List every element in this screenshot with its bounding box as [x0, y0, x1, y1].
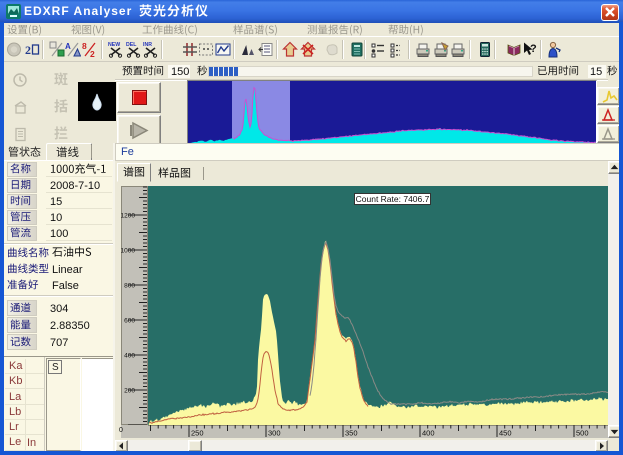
svg-text:?: ? [530, 43, 537, 55]
svg-text:400: 400 [124, 353, 135, 360]
svg-text:800: 800 [124, 283, 135, 290]
svg-text:2: 2 [25, 43, 31, 57]
svg-text:A: A [65, 42, 71, 51]
svg-text:500: 500 [576, 429, 589, 438]
svg-text:350: 350 [345, 429, 358, 438]
svg-text:DEL: DEL [126, 42, 137, 48]
svg-text:1000: 1000 [121, 248, 135, 255]
svg-text:2: 2 [90, 49, 95, 58]
svg-text:450: 450 [499, 429, 512, 438]
svg-text:300: 300 [268, 429, 281, 438]
svg-text:250: 250 [191, 429, 204, 438]
svg-text:1200: 1200 [121, 213, 135, 220]
svg-text:8: 8 [82, 41, 87, 51]
svg-text:400: 400 [422, 429, 435, 438]
svg-text:INR: INR [143, 42, 152, 48]
svg-text:NEW: NEW [108, 42, 120, 48]
svg-text:600: 600 [124, 318, 135, 325]
svg-text:200: 200 [124, 388, 135, 395]
